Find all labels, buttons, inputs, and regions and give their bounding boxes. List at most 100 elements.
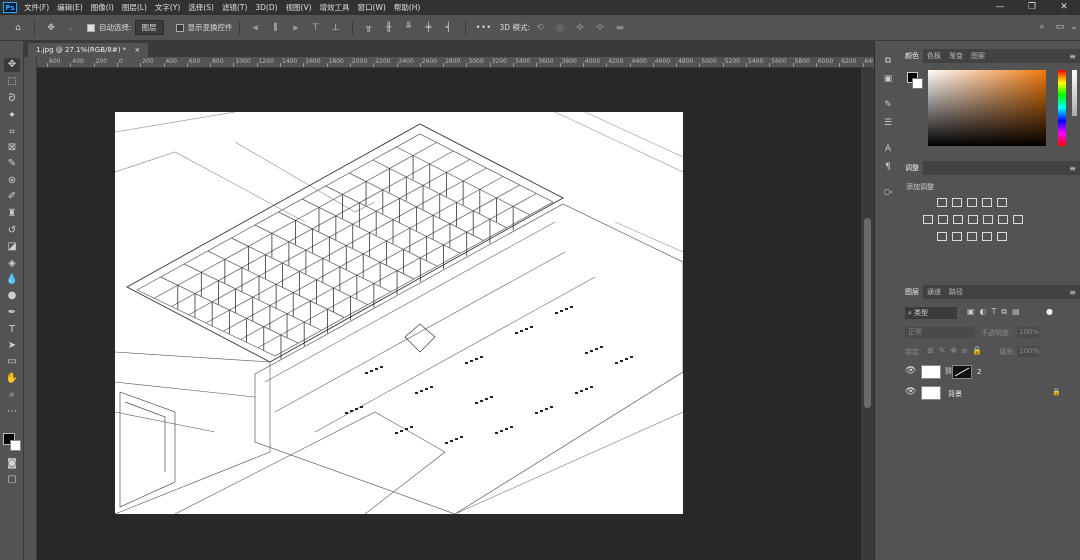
lasso-tool-icon[interactable]: ᘐ (4, 92, 20, 106)
show-transform-option[interactable]: 显示变换控件 (175, 22, 233, 33)
vertical-scrollbar[interactable] (861, 68, 874, 560)
layer-row[interactable]: 👁 ⛓ 2 (901, 362, 1080, 382)
distribute-hcenter-icon[interactable]: ╪ (423, 23, 435, 33)
magic-wand-tool-icon[interactable]: ✦ (4, 109, 20, 123)
layer-filter-dropdown[interactable]: ⌕ 类型 (905, 307, 957, 319)
hand-tool-icon[interactable]: ✋ (4, 372, 20, 386)
adjustment-icon[interactable] (952, 198, 962, 207)
show-transform-checkbox[interactable] (175, 23, 184, 32)
close-tab-icon[interactable]: × (134, 46, 140, 54)
lock-icons[interactable]: ⊞✎✥⧈🔒 (927, 346, 987, 356)
adjustment-icon[interactable] (952, 232, 962, 241)
3d-slide-icon[interactable]: ✣ (594, 23, 606, 33)
brushes-panel-icon[interactable]: ✎ (881, 99, 895, 111)
document-canvas[interactable] (115, 112, 683, 514)
paint-bucket-tool-icon[interactable]: ◈ (4, 257, 20, 271)
3d-roll-icon[interactable]: ◎ (554, 23, 566, 33)
tab-adjustments[interactable]: 调整 (901, 161, 923, 175)
visibility-eye-icon[interactable]: 👁 (905, 366, 916, 376)
adjustment-icon[interactable] (967, 232, 977, 241)
panel-menu-icon[interactable]: ≡ (1069, 288, 1076, 297)
type-tool-icon[interactable]: T (4, 323, 20, 337)
rectangle-tool-icon[interactable]: ▭ (4, 355, 20, 369)
canvas-area[interactable] (37, 68, 861, 560)
clone-stamp-tool-icon[interactable]: ♜ (4, 207, 20, 221)
distribute-bottom-icon[interactable]: ╨ (403, 23, 415, 33)
frame-tool-icon[interactable]: ⊠ (4, 141, 20, 155)
menu-select[interactable]: 选择(S) (184, 2, 218, 13)
background-color-swatch[interactable] (10, 440, 21, 451)
comments-panel-icon[interactable]: ▣ (881, 73, 895, 85)
tab-paths[interactable]: 路径 (945, 285, 967, 299)
lock-icon[interactable]: 🔒 (1052, 388, 1061, 396)
tab-gradients[interactable]: 渐变 (945, 49, 967, 63)
filter-toggle-icon[interactable]: ● (1046, 307, 1053, 316)
menu-type[interactable]: 文字(Y) (151, 2, 184, 13)
layer-row[interactable]: 👁 背景 🔒 (901, 383, 1080, 403)
adjustment-icon[interactable] (937, 198, 947, 207)
menu-filter[interactable]: 滤镜(T) (218, 2, 251, 13)
move-tool-icon[interactable]: ✥ (45, 23, 57, 33)
adjustment-icon[interactable] (997, 232, 1007, 241)
workspace-icon[interactable]: ▭ (1054, 22, 1066, 32)
adjustment-icon[interactable] (998, 215, 1008, 224)
align-top-icon[interactable]: ⊤ (310, 23, 322, 33)
visibility-eye-icon[interactable]: 👁 (905, 387, 916, 397)
menu-plugins[interactable]: 增效工具 (316, 2, 354, 13)
menu-image[interactable]: 图像(I) (87, 2, 118, 13)
quick-mask-icon[interactable]: ◙ (4, 457, 20, 471)
menu-file[interactable]: 文件(F) (20, 2, 53, 13)
menu-help[interactable]: 帮助(H) (390, 2, 425, 13)
3d-orbit-icon[interactable]: ⟲ (534, 23, 546, 33)
adjustment-icon[interactable] (968, 215, 978, 224)
close-window-button[interactable]: ✕ (1048, 0, 1080, 15)
adjustment-icon[interactable] (1013, 215, 1023, 224)
layer-filter-icons[interactable]: ▣◐T⧉▤ (967, 307, 1025, 317)
layer-mask-thumbnail[interactable] (952, 365, 972, 379)
home-icon[interactable]: ⌂ (12, 23, 24, 33)
blend-mode-dropdown[interactable]: 正常 (905, 327, 975, 338)
zoom-tool-icon[interactable]: ⌕ (4, 388, 20, 402)
3d-scale-icon[interactable]: ▬ (614, 23, 626, 33)
pen-tool-icon[interactable]: ✒ (4, 306, 20, 320)
minimize-button[interactable]: — (984, 0, 1016, 15)
crop-tool-icon[interactable]: ⌗ (4, 126, 20, 140)
eraser-tool-icon[interactable]: ◪ (4, 240, 20, 254)
adjustment-icon[interactable] (982, 198, 992, 207)
color-slider-bar[interactable] (1072, 70, 1077, 116)
adjustment-icon[interactable] (983, 215, 993, 224)
more-options-icon[interactable]: ••• (476, 23, 492, 33)
search-icon[interactable]: ⌕ (1036, 22, 1048, 32)
distribute-vcenter-icon[interactable]: ╫ (383, 23, 395, 33)
paragraph-panel-icon[interactable]: ¶ (881, 161, 895, 173)
color-picker-field[interactable] (928, 70, 1046, 146)
path-selection-tool-icon[interactable]: ➤ (4, 339, 20, 353)
blur-tool-icon[interactable]: 💧 (4, 273, 20, 287)
move-tool-icon[interactable]: ✥ (4, 58, 20, 72)
dodge-tool-icon[interactable]: ● (4, 289, 20, 303)
learn-panel-icon[interactable]: ⧉ (881, 55, 895, 67)
menu-window[interactable]: 窗口(W) (354, 2, 390, 13)
adjustment-icon[interactable] (967, 198, 977, 207)
opacity-input[interactable]: 100% (1017, 327, 1039, 338)
align-left-icon[interactable]: ⫷ (250, 23, 262, 33)
workspace-chevron-icon[interactable]: ⌄ (1068, 22, 1080, 32)
tab-swatches[interactable]: 色板 (923, 49, 945, 63)
align-right-icon[interactable]: ⫸ (290, 23, 302, 33)
screen-mode-icon[interactable]: ▢ (4, 473, 20, 487)
3d-pan-icon[interactable]: ✜ (574, 23, 586, 33)
marquee-tool-icon[interactable]: ⬚ (4, 75, 20, 89)
adjustment-icon[interactable] (997, 198, 1007, 207)
auto-select-dropdown[interactable]: 图层 (134, 20, 164, 35)
brush-tool-icon[interactable]: ✐ (4, 190, 20, 204)
auto-select-checkbox[interactable] (87, 23, 95, 32)
tab-layers[interactable]: 图层 (901, 285, 923, 299)
menu-3d[interactable]: 3D(D) (251, 3, 281, 12)
edit-toolbar-icon[interactable]: ⋯ (4, 405, 20, 419)
tab-patterns[interactable]: 图案 (967, 49, 989, 63)
menu-edit[interactable]: 编辑(E) (53, 2, 87, 13)
adjustment-sliders-icon[interactable]: ⧂ (881, 187, 895, 199)
menu-view[interactable]: 视图(V) (282, 2, 316, 13)
tab-channels[interactable]: 通道 (923, 285, 945, 299)
distribute-right-icon[interactable]: ╡ (443, 23, 455, 33)
